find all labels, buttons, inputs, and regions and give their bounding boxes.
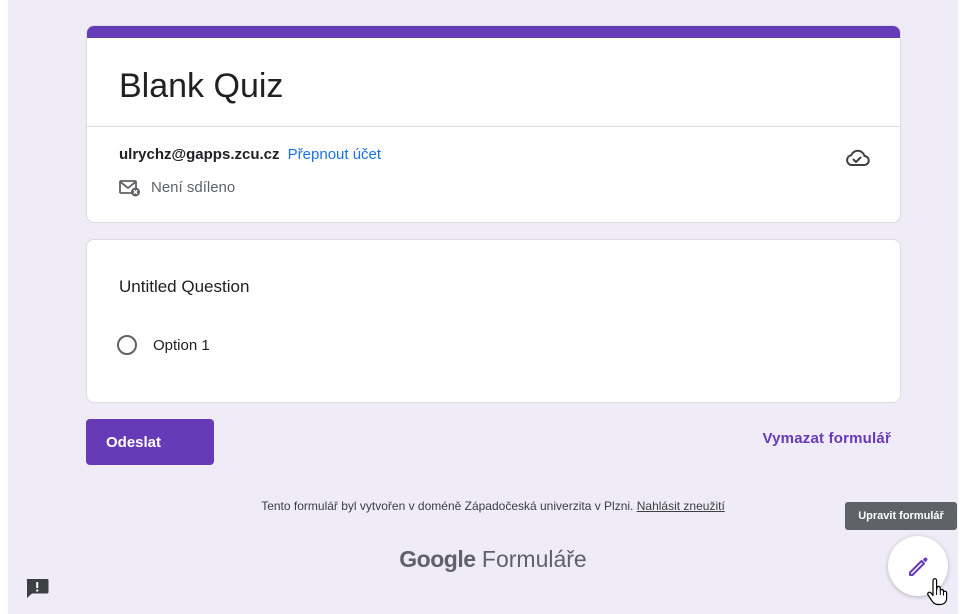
account-row: ulrychz@gapps.zcu.cz Přepnout účet bbox=[119, 145, 381, 165]
footer-notice: Tento formulář byl vytvořen v doméně Záp… bbox=[0, 499, 966, 513]
accent-bar bbox=[87, 26, 900, 38]
form-title: Blank Quiz bbox=[119, 67, 284, 105]
radio-button[interactable] bbox=[117, 335, 137, 355]
page-edge-right bbox=[958, 0, 966, 614]
page-edge-left bbox=[0, 0, 8, 614]
footer-created-text: Tento formulář byl vytvořen v doméně Záp… bbox=[261, 499, 634, 513]
question-card: Untitled Question Option 1 bbox=[86, 239, 901, 403]
submit-button[interactable]: Odeslat bbox=[86, 419, 214, 465]
form-header-card: Blank Quiz ulrychz@gapps.zcu.cz Přepnout… bbox=[86, 25, 901, 223]
hand-pointer-icon bbox=[927, 578, 948, 606]
google-forms-logo[interactable]: Google Formuláře bbox=[0, 546, 966, 573]
brand-google: Google bbox=[399, 546, 476, 572]
pencil-icon bbox=[909, 557, 928, 576]
question-title: Untitled Question bbox=[119, 277, 250, 296]
header-divider bbox=[87, 126, 900, 127]
option-label: Option 1 bbox=[153, 336, 210, 354]
edit-tooltip: Upravit formulář bbox=[845, 502, 957, 530]
option-item[interactable]: Option 1 bbox=[117, 335, 210, 355]
sharing-row: Není sdíleno bbox=[119, 178, 235, 198]
brand-product: Formuláře bbox=[481, 546, 587, 572]
report-problem-icon[interactable] bbox=[24, 577, 50, 599]
mail-not-shared-icon bbox=[119, 180, 140, 197]
account-email: ulrychz@gapps.zcu.cz bbox=[119, 146, 280, 163]
cloud-saved-icon[interactable] bbox=[844, 147, 870, 169]
sharing-status: Není sdíleno bbox=[151, 179, 236, 196]
report-abuse-link[interactable]: Nahlásit zneužití bbox=[637, 499, 725, 513]
clear-form-link[interactable]: Vymazat formulář bbox=[762, 430, 891, 447]
switch-account-link[interactable]: Přepnout účet bbox=[288, 146, 381, 163]
